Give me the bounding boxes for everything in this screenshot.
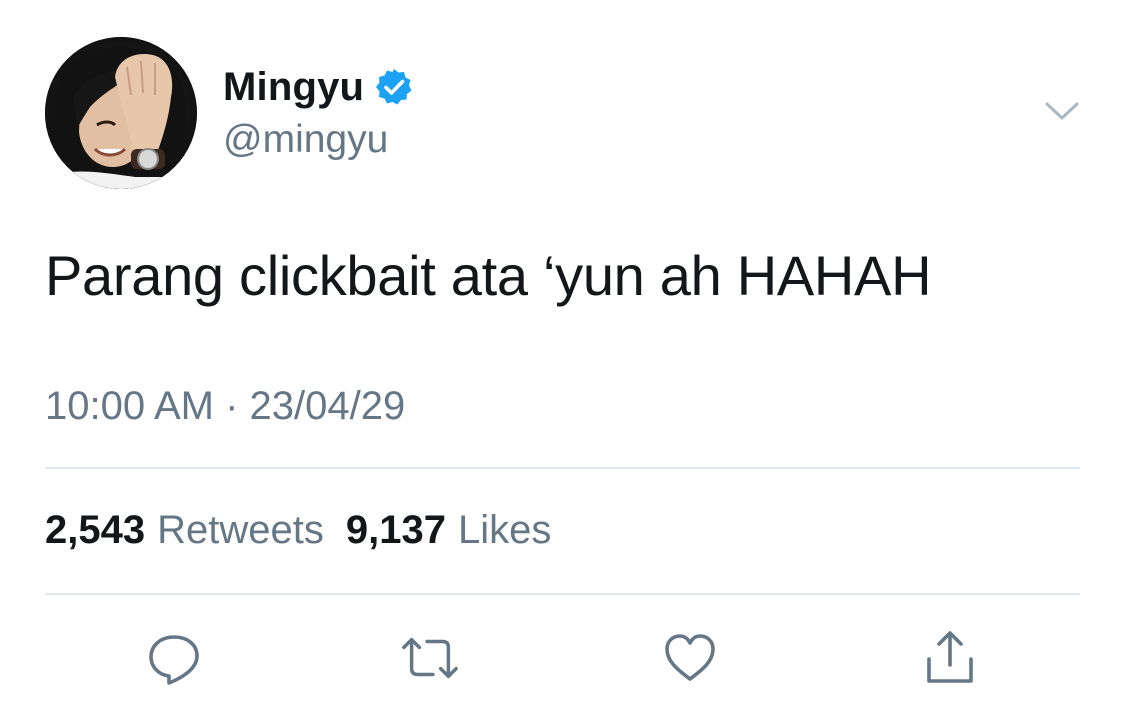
user-handle[interactable]: @mingyu [223, 118, 388, 162]
tweet-text: Parang clickbait ata ‘yun ah HAHAH [45, 244, 932, 307]
divider [45, 593, 1080, 595]
author-name-row[interactable]: Mingyu [223, 62, 414, 112]
speech-bubble-icon [149, 635, 199, 685]
retweet-arrows-icon [402, 637, 458, 679]
like-button[interactable] [660, 628, 720, 688]
display-name[interactable]: Mingyu [223, 65, 364, 110]
avatar[interactable] [45, 37, 197, 189]
likes-label[interactable]: Likes [458, 508, 551, 553]
share-upload-icon [927, 631, 973, 683]
retweets-count[interactable]: 2,543 [45, 508, 145, 553]
retweet-button[interactable] [400, 628, 460, 688]
retweets-label[interactable]: Retweets [157, 508, 324, 553]
tweet-stats: 2,543 Retweets 9,137 Likes [45, 508, 573, 553]
divider [45, 467, 1080, 469]
share-button[interactable] [920, 628, 980, 688]
verified-badge-icon [376, 69, 412, 105]
tweet-card: Mingyu @mingyu Parang clickbait ata ‘yun… [0, 0, 1125, 727]
likes-count[interactable]: 9,137 [346, 508, 446, 553]
chevron-down-icon [1045, 102, 1079, 120]
tweet-timestamp[interactable]: 10:00 AM · 23/04/29 [45, 384, 405, 429]
reply-button[interactable] [144, 628, 204, 688]
more-options-button[interactable] [1044, 96, 1080, 126]
heart-icon [665, 634, 715, 681]
